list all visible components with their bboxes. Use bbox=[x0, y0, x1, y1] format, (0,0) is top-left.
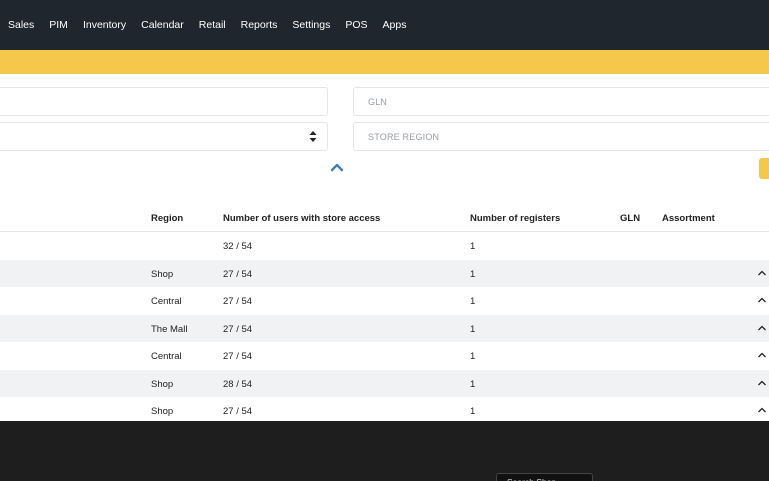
cell-registers: 1 bbox=[470, 296, 476, 307]
cell-registers: 1 bbox=[470, 351, 476, 362]
cell-region: Central bbox=[151, 296, 182, 307]
nav-item-retail[interactable]: Retail bbox=[199, 19, 226, 31]
cell-region: Central bbox=[151, 351, 182, 362]
chevron-up-icon[interactable] bbox=[330, 162, 344, 172]
chevron-up-icon[interactable] bbox=[757, 296, 767, 304]
nav-item-reports[interactable]: Reports bbox=[241, 19, 278, 31]
notification-banner bbox=[0, 50, 769, 74]
gln-placeholder: GLN bbox=[368, 97, 388, 107]
column-header-assortment[interactable]: Assortment bbox=[662, 213, 715, 224]
cell-region: Shop bbox=[151, 378, 174, 390]
sort-arrows-icon bbox=[309, 131, 317, 142]
chevron-up-icon[interactable] bbox=[757, 269, 767, 277]
store-region-placeholder: STORE REGION bbox=[368, 132, 440, 142]
table-row[interactable]: Central 27 / 54 1 bbox=[0, 287, 769, 315]
nav-item-settings[interactable]: Settings bbox=[292, 19, 330, 31]
store-region-input[interactable]: STORE REGION bbox=[353, 122, 769, 151]
cell-registers: 1 bbox=[470, 323, 476, 335]
chevron-up-icon[interactable] bbox=[757, 379, 767, 387]
cell-users: 27 / 54 bbox=[223, 351, 253, 362]
chevron-up-icon[interactable] bbox=[757, 406, 767, 414]
cell-region: The Mall bbox=[151, 323, 188, 335]
cell-registers: 1 bbox=[470, 406, 476, 417]
table-row[interactable]: Central 27 / 54 1 bbox=[0, 342, 769, 370]
side-action-button[interactable] bbox=[759, 158, 769, 179]
nav-item-apps[interactable]: Apps bbox=[383, 19, 407, 31]
cell-region: Shop bbox=[151, 268, 174, 280]
nav-item-pim[interactable]: PIM bbox=[49, 19, 68, 31]
nav-item-pos[interactable]: POS bbox=[345, 19, 367, 31]
nav-item-sales[interactable]: Sales bbox=[8, 19, 34, 31]
cell-users: 27 / 54 bbox=[223, 406, 253, 417]
column-header-registers[interactable]: Number of registers bbox=[470, 213, 560, 224]
nav-item-calendar[interactable]: Calendar bbox=[141, 19, 184, 31]
cell-region: Shop bbox=[151, 406, 174, 417]
column-header-region[interactable]: Region bbox=[151, 213, 183, 224]
chevron-up-icon[interactable] bbox=[757, 351, 767, 359]
top-navigation-bar: Sales PIM Inventory Calendar Retail Repo… bbox=[0, 0, 769, 50]
chevron-up-icon[interactable] bbox=[757, 324, 767, 332]
table-row[interactable]: 32 / 54 1 bbox=[0, 232, 769, 260]
search-tooltip[interactable]: Search Shop... bbox=[496, 473, 593, 481]
table-header: Region Number of users with store access… bbox=[0, 204, 769, 232]
table-row[interactable]: Shop 28 / 54 1 bbox=[0, 369, 769, 397]
column-header-gln[interactable]: GLN bbox=[620, 213, 640, 224]
cell-registers: 1 bbox=[470, 268, 476, 280]
cell-users: 32 / 54 bbox=[223, 241, 253, 252]
cell-users: 27 / 54 bbox=[223, 323, 253, 335]
cell-users: 28 / 54 bbox=[223, 378, 253, 390]
table-body: 32 / 54 1 Shop 27 / 54 1 Central 27 / 54… bbox=[0, 232, 769, 425]
nav-item-inventory[interactable]: Inventory bbox=[83, 19, 126, 31]
store-name-input[interactable] bbox=[0, 87, 328, 116]
gln-input[interactable]: GLN bbox=[353, 87, 769, 116]
cell-users: 27 / 54 bbox=[223, 296, 253, 307]
cell-registers: 1 bbox=[470, 241, 476, 252]
table-row[interactable]: Shop 27 / 54 1 bbox=[0, 259, 769, 287]
table-row[interactable]: The Mall 27 / 54 1 bbox=[0, 314, 769, 342]
cell-registers: 1 bbox=[470, 378, 476, 390]
store-select[interactable] bbox=[0, 122, 328, 151]
dark-overlay: Search Shop... bbox=[0, 421, 769, 481]
cell-users: 27 / 54 bbox=[223, 268, 253, 280]
column-header-users[interactable]: Number of users with store access bbox=[223, 213, 380, 224]
